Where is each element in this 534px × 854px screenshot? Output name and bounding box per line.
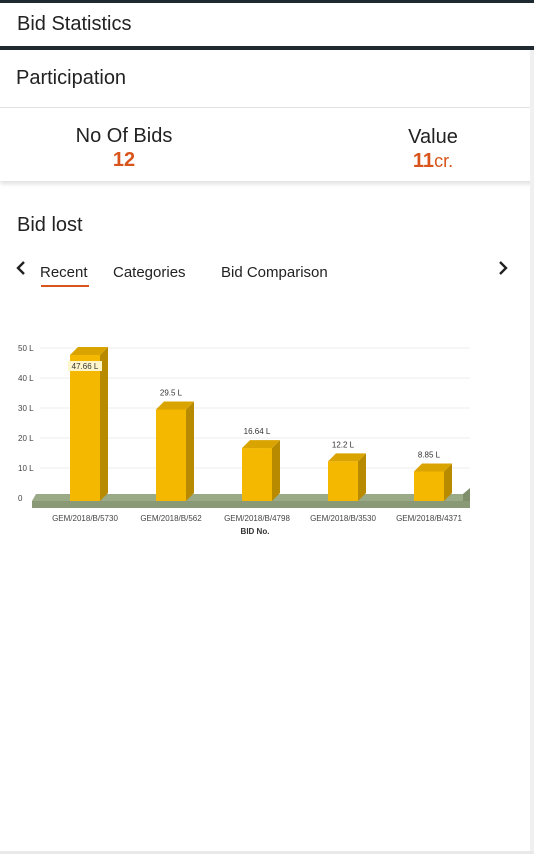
y-tick-label: 40 L (18, 374, 34, 383)
bar-side (186, 401, 194, 501)
participation-label: Participation (16, 67, 127, 89)
bid-value-number: 11 (412, 150, 435, 172)
bar (70, 355, 100, 501)
bid-lost-tabs: Recent Categories Bid Comparison (0, 256, 534, 292)
x-axis-title: BID No. (241, 527, 270, 536)
bar-side (358, 453, 366, 501)
chevron-right-glyph (499, 261, 508, 275)
bids-count-value: 12 (112, 149, 136, 171)
y-tick-label: 30 L (18, 404, 34, 413)
bar (328, 461, 358, 501)
y-tick-label: 20 L (18, 434, 34, 443)
bid-lost-chart: 0 10 L 20 L 30 L 40 L 50 L 47.66 L GEM/2018/B/5… (18, 344, 470, 536)
x-tick-label: GEM/2018/B/4798 (224, 514, 290, 523)
chevron-left-icon[interactable] (16, 260, 26, 281)
tab-recent[interactable]: Recent (40, 264, 89, 287)
data-label: 29.5 L (160, 389, 183, 398)
chevron-left-glyph (16, 261, 25, 275)
data-label: 16.64 L (244, 427, 271, 436)
x-tick-label: GEM/2018/B/5730 (52, 514, 118, 523)
data-label: 47.66 L (72, 362, 99, 371)
scroll-edge (530, 50, 534, 851)
bar-side (272, 440, 280, 501)
tab-categories[interactable]: Categories (113, 264, 186, 281)
data-label: 12.2 L (332, 440, 355, 449)
tab-bid-comparison[interactable]: Bid Comparison (221, 264, 328, 281)
chevron-right-icon[interactable] (498, 260, 508, 281)
bids-count-stat: No Of Bids 12 (64, 125, 184, 173)
bid-value-amount: 11cr. (383, 148, 483, 174)
bid-value-label: Value (408, 126, 458, 148)
participation-section: Participation (0, 50, 534, 108)
bids-count-label: No Of Bids (75, 125, 173, 147)
x-tick-label: GEM/2018/B/562 (140, 514, 202, 523)
bid-value-stat: Value 11cr. (383, 126, 483, 174)
page-title: Bid Statistics (17, 13, 132, 35)
data-label: 8.85 L (418, 450, 441, 459)
bid-lost-title: Bid lost (17, 214, 83, 236)
x-tick-label: GEM/2018/B/3530 (310, 514, 376, 523)
bar (242, 448, 272, 501)
chart-floor-front (32, 501, 470, 508)
bar (414, 471, 444, 501)
bar (156, 409, 186, 501)
y-tick-label: 0 (18, 494, 23, 503)
y-tick-label: 50 L (18, 344, 34, 353)
bid-value-unit: cr. (434, 151, 454, 171)
participation-stats: No Of Bids 12 Value 11cr. (0, 108, 534, 181)
x-tick-label: GEM/2018/B/4371 (396, 514, 462, 523)
app-header: Bid Statistics (0, 3, 534, 46)
chart-floor-side (463, 488, 470, 501)
y-tick-label: 10 L (18, 464, 34, 473)
